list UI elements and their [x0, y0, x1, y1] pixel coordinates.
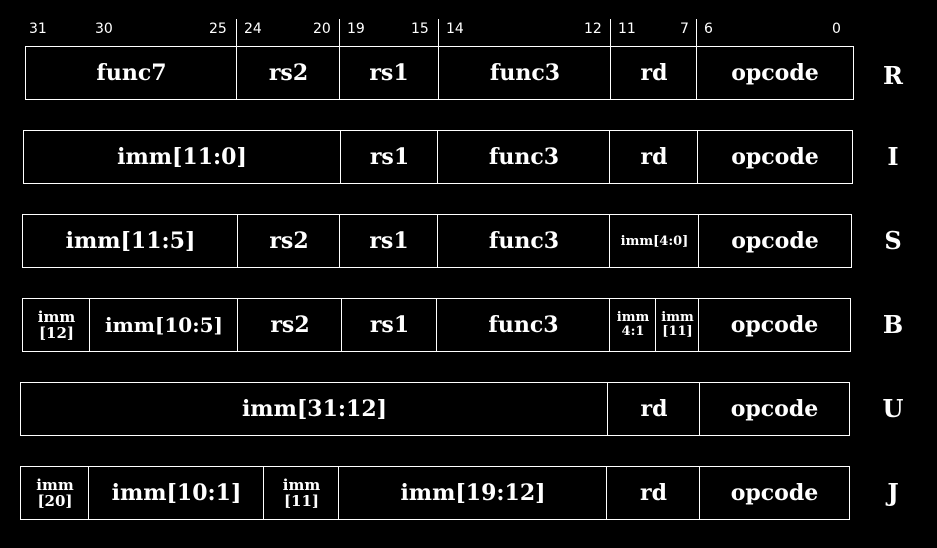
rs1-field: rs1: [340, 131, 438, 183]
imm-11-0-field: imm[11:0]: [117, 144, 247, 170]
imm-12-top: imm: [37, 308, 76, 326]
imm-4-1-field: imm 4:1: [609, 299, 656, 351]
bit-20-label: 20: [313, 21, 331, 37]
bit-19-label: 19: [347, 21, 365, 37]
bit-15-label: 15: [411, 21, 429, 37]
bit-0-label: 0: [832, 21, 841, 37]
j-format-label: J: [887, 478, 899, 507]
u-format-label: U: [882, 394, 904, 423]
imm-4-1-bottom: 4:1: [621, 324, 645, 339]
j-type-row: imm [20] imm[10:1] imm [11] imm[19:12] r…: [20, 466, 850, 520]
imm-12-field: imm [12]: [23, 299, 90, 351]
imm-20-top: imm: [36, 476, 74, 494]
bit-divider: [339, 19, 340, 46]
imm-4-0-field: imm[4:0]: [609, 215, 699, 267]
rs1-field: rs1: [339, 215, 438, 267]
rs2-field: rs2: [237, 215, 340, 267]
imm-11-field: imm [11]: [263, 467, 339, 519]
b-format-label: B: [882, 310, 904, 339]
opcode-field: opcode: [698, 299, 850, 351]
imm-11-top: imm: [282, 476, 321, 494]
imm-4-1-top: imm: [616, 310, 650, 325]
bit-25-label: 25: [209, 21, 227, 37]
i-format-label: I: [887, 142, 899, 171]
rs2-field: rs2: [237, 299, 342, 351]
i-type-row: imm[11:0] rs1 func3 rd opcode: [23, 130, 853, 184]
imm-20-field: imm [20]: [21, 467, 89, 519]
s-type-row: imm[11:5] rs2 rs1 func3 imm[4:0] opcode: [22, 214, 852, 268]
opcode-field: opcode: [696, 47, 853, 99]
bit-divider: [236, 19, 237, 46]
rd-field: rd: [607, 383, 700, 435]
imm-11-bottom: [11]: [283, 492, 320, 510]
bit-11-label: 11: [618, 21, 636, 37]
opcode-field: opcode: [697, 131, 852, 183]
imm-31-12-field: imm[31:12]: [241, 396, 388, 422]
rd-field: rd: [609, 131, 698, 183]
opcode-field: opcode: [699, 467, 849, 519]
r-type-row: func7 rs2 rs1 func3 rd opcode: [25, 46, 854, 100]
func7-field: func7: [96, 60, 167, 86]
r-format-label: R: [883, 61, 903, 90]
func3-field: func3: [438, 47, 611, 99]
opcode-field: opcode: [698, 215, 851, 267]
bit-divider: [438, 19, 439, 46]
imm-10-1-field: imm[10:1]: [88, 467, 264, 519]
s-format-label: S: [884, 226, 902, 255]
imm-11-top: imm: [661, 310, 694, 325]
func3-field: func3: [437, 215, 610, 267]
u-type-row: imm[31:12] rd opcode: [20, 382, 850, 436]
opcode-field: opcode: [699, 383, 849, 435]
bit-31-label: 31: [29, 21, 47, 37]
imm-11-5-field: imm[11:5]: [65, 228, 196, 254]
func3-field: func3: [436, 299, 610, 351]
bit-12-label: 12: [584, 21, 602, 37]
imm-19-12-field: imm[19:12]: [338, 467, 607, 519]
rd-field: rd: [606, 467, 700, 519]
rs1-field: rs1: [339, 47, 438, 99]
b-type-row: imm [12] imm[10:5] rs2 rs1 func3 imm 4:1…: [22, 298, 851, 352]
bit-30-label: 30: [95, 21, 113, 37]
bit-divider: [696, 19, 697, 46]
bit-divider: [610, 19, 611, 46]
imm-12-bottom: [12]: [38, 324, 75, 342]
bit-14-label: 14: [446, 21, 464, 37]
rs2-field: rs2: [236, 47, 340, 99]
rd-field: rd: [610, 47, 697, 99]
bit-6-label: 6: [704, 21, 713, 37]
imm-11-bottom: [11]: [662, 324, 693, 339]
imm-20-bottom: [20]: [37, 492, 73, 510]
bit-24-label: 24: [244, 21, 262, 37]
imm-11-field: imm [11]: [655, 299, 699, 351]
func3-field: func3: [437, 131, 610, 183]
imm-10-5-field: imm[10:5]: [89, 299, 238, 351]
rs1-field: rs1: [341, 299, 437, 351]
bit-7-label: 7: [680, 21, 689, 37]
